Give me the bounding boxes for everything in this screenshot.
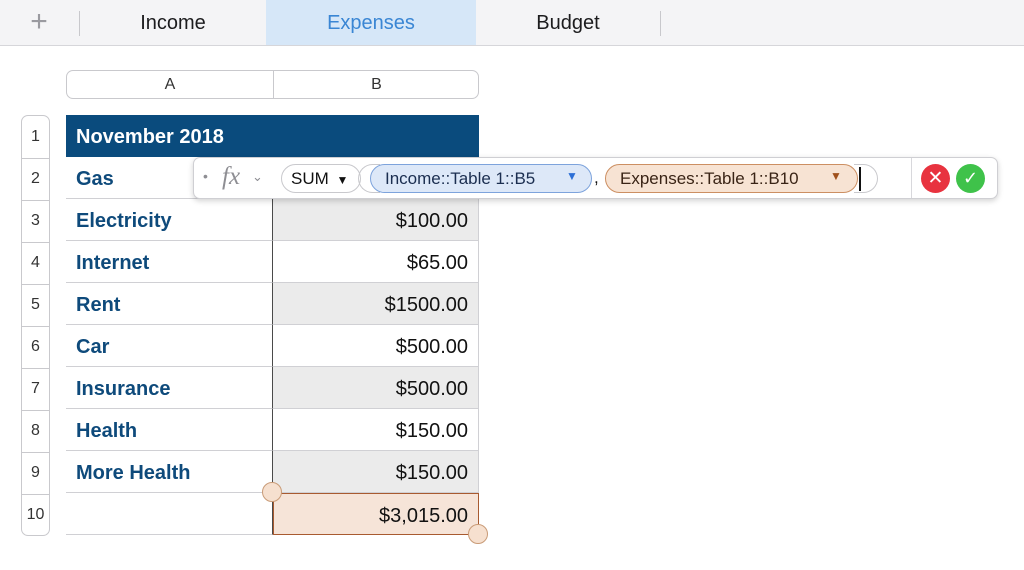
function-token-sum[interactable]: SUM ▼ (281, 164, 361, 193)
dropdown-arrow-icon[interactable]: ▼ (830, 169, 842, 183)
cell-a8[interactable]: Health (66, 409, 273, 451)
plus-icon: + (30, 5, 48, 38)
cell-b1[interactable] (273, 115, 479, 157)
chevron-down-icon[interactable]: ⌄ (252, 169, 263, 185)
cell-b8[interactable]: $150.00 (273, 409, 479, 451)
dropdown-arrow-icon: ▼ (336, 173, 349, 187)
close-icon: ✕ (927, 168, 944, 189)
dropdown-arrow-icon[interactable]: ▼ (566, 169, 578, 183)
row-header-4[interactable]: 4 (22, 242, 49, 284)
cell-b9[interactable]: $150.00 (273, 451, 479, 493)
cell-b6[interactable]: $500.00 (273, 325, 479, 367)
cell-b5[interactable]: $1500.00 (273, 283, 479, 325)
table-title: November 2018 (76, 126, 224, 148)
tab-expenses[interactable]: Expenses (266, 0, 476, 45)
function-name: SUM (291, 169, 329, 188)
cell-a9[interactable]: More Health (66, 451, 273, 493)
reference-token-income[interactable]: Income::Table 1::B5 (370, 164, 592, 193)
row-header-8[interactable]: 8 (22, 410, 49, 452)
cell-a3[interactable]: Electricity (66, 199, 273, 241)
checkmark-icon: ✓ (962, 168, 979, 188)
tab-divider (660, 11, 661, 36)
row-header-7[interactable]: 7 (22, 368, 49, 410)
row-header-5[interactable]: 5 (22, 284, 49, 326)
expense-label: Health (76, 420, 138, 442)
row-header-6[interactable]: 6 (22, 326, 49, 368)
expense-amount: $150.00 (395, 420, 468, 442)
row-header-2[interactable]: 2 (22, 158, 49, 200)
selection-handle-top-left[interactable] (262, 482, 282, 502)
sheet-tab-bar: + Income Expenses Budget (0, 0, 1024, 46)
row-header-3[interactable]: 3 (22, 200, 49, 242)
row-header-1[interactable]: 1 (22, 116, 49, 158)
cell-b10-selected[interactable]: $3,015.00 (273, 493, 479, 535)
expense-label: Insurance (76, 378, 171, 400)
expense-label: Electricity (76, 210, 172, 232)
column-header-bar: A B (66, 70, 479, 99)
cell-a1[interactable]: November 2018 (66, 115, 273, 157)
add-sheet-button[interactable]: + (22, 5, 56, 38)
expense-amount: $65.00 (406, 252, 468, 274)
cancel-formula-button[interactable]: ✕ (921, 164, 950, 193)
cell-a5[interactable]: Rent (66, 283, 273, 325)
expense-label: Internet (76, 252, 150, 274)
cell-b4[interactable]: $65.00 (273, 241, 479, 283)
tab-budget[interactable]: Budget (476, 0, 660, 45)
cell-a4[interactable]: Internet (66, 241, 273, 283)
cell-b3[interactable]: $100.00 (273, 199, 479, 241)
formula-editor: • fx ⌄ SUM ▼ Income::Table 1::B5 ▼ , Exp… (193, 157, 998, 199)
row-header-9[interactable]: 9 (22, 452, 49, 494)
reference-label: Expenses::Table 1::B10 (620, 169, 799, 188)
expense-label: Rent (76, 294, 121, 316)
expense-label: Car (76, 336, 110, 358)
cell-b7[interactable]: $500.00 (273, 367, 479, 409)
tab-income[interactable]: Income (80, 0, 266, 45)
reference-token-expenses[interactable]: Expenses::Table 1::B10 (605, 164, 858, 193)
expense-label: More Health (76, 462, 191, 484)
expense-amount: $100.00 (395, 210, 468, 232)
fx-icon[interactable]: fx (222, 163, 240, 191)
argument-close-bracket (854, 164, 878, 193)
column-header-a[interactable]: A (67, 71, 273, 98)
expense-amount: $500.00 (395, 336, 468, 358)
cell-a7[interactable]: Insurance (66, 367, 273, 409)
argument-separator: , (594, 168, 599, 187)
expense-label: Gas (76, 168, 114, 190)
total-amount: $3,015.00 (379, 505, 468, 527)
expense-amount: $500.00 (395, 378, 468, 400)
column-header-b[interactable]: B (274, 71, 479, 98)
row-header-bar: 1 2 3 4 5 6 7 8 9 10 (21, 115, 50, 536)
cell-a6[interactable]: Car (66, 325, 273, 367)
expense-amount: $150.00 (395, 462, 468, 484)
expense-amount: $1500.00 (384, 294, 468, 316)
reference-label: Income::Table 1::B5 (385, 169, 536, 188)
accept-formula-button[interactable]: ✓ (956, 164, 985, 193)
formula-divider (911, 158, 912, 198)
formula-bullet: • (203, 168, 208, 184)
row-header-10[interactable]: 10 (22, 494, 49, 536)
cell-a10[interactable] (66, 493, 273, 535)
selection-handle-bottom-right[interactable] (468, 524, 488, 544)
